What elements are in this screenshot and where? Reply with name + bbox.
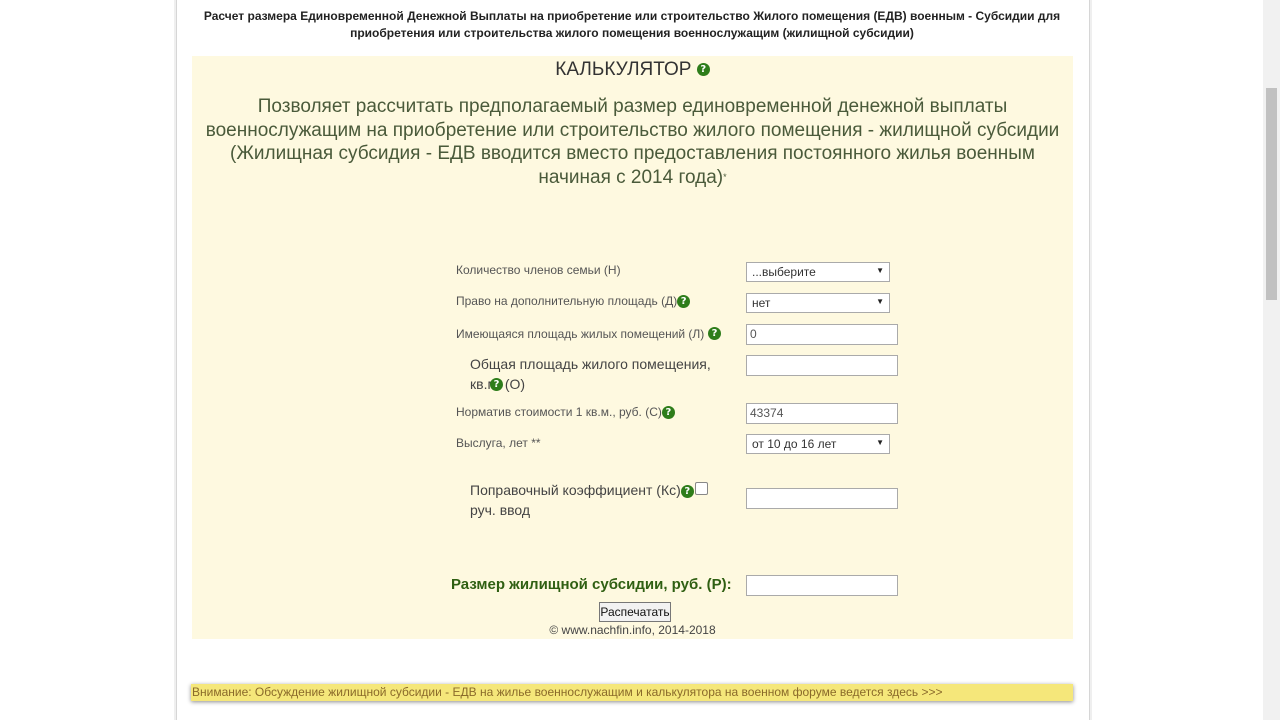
existing-area-label: Имеющаяся площадь жилых помещений (Л) (456, 327, 705, 341)
forum-notice-link[interactable]: Внимание: Обсуждение жилищной субсидии -… (191, 684, 1073, 701)
chevron-down-icon: ▼ (876, 438, 884, 447)
extra-area-select-value: нет (752, 296, 771, 310)
calculator-description: Позволяет рассчитать предполагаемый разм… (200, 95, 1065, 189)
service-years-select-value: от 10 до 16 лет (752, 437, 837, 451)
chevron-down-icon: ▼ (876, 266, 884, 275)
question-mark-icon[interactable]: ? (490, 378, 503, 391)
result-input[interactable] (746, 575, 898, 596)
description-line-2: (Жилищная субсидия - ЕДВ вводится вместо… (200, 142, 1065, 189)
chevron-down-icon: ▼ (876, 297, 884, 306)
calculator-heading-text: КАЛЬКУЛЯТОР (555, 59, 692, 80)
total-area-label-text: Общая площадь жилого помещения, кв.м. (О… (470, 356, 711, 392)
result-label: Размер жилищной субсидии, руб. (Р): (451, 576, 732, 593)
service-years-label: Выслуга, лет ** (456, 436, 541, 450)
family-members-select[interactable]: ...выберите ▼ (746, 262, 890, 282)
cost-norm-label: Норматив стоимости 1 кв.м., руб. (С)? (456, 404, 675, 420)
total-area-label: Общая площадь жилого помещения, кв.м. (О… (470, 354, 735, 394)
service-years-select[interactable]: от 10 до 16 лет ▼ (746, 434, 890, 454)
manual-input-checkbox[interactable] (695, 482, 708, 495)
cost-norm-input[interactable]: 43374 (746, 403, 898, 424)
extra-area-select[interactable]: нет ▼ (746, 293, 890, 313)
total-area-input[interactable] (746, 355, 898, 376)
cost-norm-label-text: Норматив стоимости 1 кв.м., руб. (С) (456, 405, 662, 419)
description-line-2-text: (Жилищная субсидия - ЕДВ вводится вместо… (230, 143, 1035, 188)
scrollbar-thumb[interactable] (1266, 88, 1277, 300)
copyright-text: © www.nachfin.info, 2014-2018 (549, 623, 716, 637)
question-mark-icon[interactable]: ? (696, 63, 710, 77)
question-mark-icon[interactable]: ? (661, 406, 675, 420)
question-mark-icon[interactable]: ? (677, 295, 691, 309)
family-members-select-value: ...выберите (752, 265, 816, 279)
family-members-label: Количество членов семьи (Н) (456, 263, 621, 277)
correction-coef-label-line2: руч. ввод (470, 502, 531, 518)
extra-area-label-text: Право на дополнительную площадь (Д) (456, 294, 678, 308)
question-mark-icon[interactable]: ? (708, 327, 721, 340)
footnote-asterisk: * (723, 171, 727, 182)
correction-coef-label-line1: Поправочный коэффициент (Кс)? (470, 480, 694, 500)
page-title: Расчет размера Единовременной Денежной В… (203, 9, 1061, 40)
question-mark-icon[interactable]: ? (680, 484, 694, 498)
correction-coef-label-text: Поправочный коэффициент (Кс) (470, 482, 681, 498)
description-line-1: Позволяет рассчитать предполагаемый разм… (205, 96, 1060, 141)
cut-off-text-line (190, 714, 750, 720)
print-button[interactable]: Распечатать (599, 602, 671, 622)
extra-area-label: Право на дополнительную площадь (Д)? (456, 293, 691, 309)
existing-area-input[interactable]: 0 (746, 324, 898, 345)
correction-coef-label: Поправочный коэффициент (Кс)? руч. ввод (470, 480, 694, 520)
correction-coef-input[interactable] (746, 488, 898, 509)
calculator-heading: КАЛЬКУЛЯТОР ? (192, 58, 1073, 82)
